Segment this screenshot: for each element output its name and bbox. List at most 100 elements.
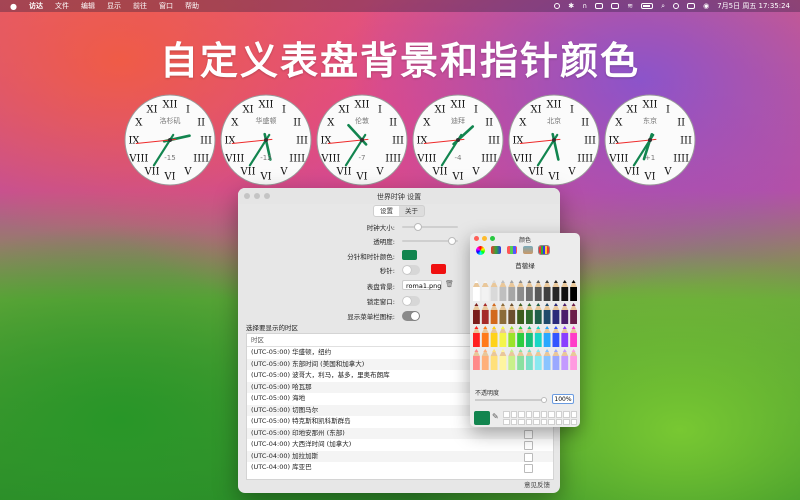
pencil[interactable]	[517, 326, 524, 347]
second-hand-toggle[interactable]	[402, 265, 420, 275]
pencil[interactable]	[534, 280, 542, 301]
second-color-well[interactable]	[431, 264, 446, 274]
colors-titlebar[interactable]: 颜色	[470, 233, 580, 244]
screen-mirror-icon[interactable]	[595, 3, 604, 9]
empty-swatch[interactable]	[548, 418, 555, 425]
pencil[interactable]	[508, 349, 516, 370]
pencil[interactable]	[490, 349, 498, 370]
menu-item-file[interactable]: 文件	[55, 1, 69, 11]
empty-swatch[interactable]	[563, 411, 570, 418]
timezone-checkbox[interactable]	[524, 464, 533, 473]
opacity-knob[interactable]	[541, 397, 547, 403]
wifi-icon[interactable]: ≋	[627, 2, 633, 10]
clock-size-slider[interactable]	[402, 223, 458, 231]
clock-5[interactable]: XII I II III IIII V VI VII VIII IX X XI 东京 +1	[604, 94, 696, 186]
pencil[interactable]	[517, 303, 524, 324]
control-center-icon[interactable]	[687, 3, 696, 9]
color-palettes-icon[interactable]	[507, 246, 517, 254]
empty-swatch[interactable]	[510, 418, 517, 425]
pencil[interactable]	[499, 326, 507, 347]
pencil[interactable]	[543, 303, 551, 324]
pencil[interactable]	[561, 280, 569, 301]
pencil-box[interactable]	[472, 279, 578, 371]
pencil[interactable]	[526, 349, 533, 370]
current-color-swatch[interactable]	[474, 411, 490, 425]
transparency-knob[interactable]	[447, 237, 456, 245]
transparency-slider[interactable]	[402, 237, 458, 245]
pencil[interactable]	[526, 280, 533, 301]
feedback-link[interactable]: 意见反馈	[524, 479, 550, 489]
clock-0[interactable]: XII I II III IIII V VI VII VIII IX X XI 洛杉矶 -15	[124, 94, 216, 186]
pencil[interactable]	[534, 303, 542, 324]
spotlight-search-icon[interactable]: ⌕	[661, 2, 665, 11]
world-clock-status-icon[interactable]	[554, 3, 561, 9]
pencil[interactable]	[570, 280, 577, 301]
menu-clock[interactable]: 7月5日 周五 17:35:24	[717, 1, 790, 11]
pencil[interactable]	[473, 303, 480, 324]
empty-swatch[interactable]	[525, 411, 532, 418]
user-icon[interactable]	[673, 3, 680, 9]
saved-swatches[interactable]	[503, 411, 577, 425]
color-wheel-icon[interactable]	[476, 245, 485, 255]
color-sliders-icon[interactable]	[491, 246, 501, 254]
clock-size-knob[interactable]	[414, 223, 422, 231]
lock-window-toggle[interactable]	[402, 296, 420, 306]
input-source-icon[interactable]	[611, 3, 620, 9]
tab-about[interactable]: 关于	[399, 206, 424, 216]
clock-3[interactable]: XII I II III IIII V VI VII VIII IX X XI 迪拜 -4	[412, 94, 504, 186]
eyedropper-icon[interactable]: ✎	[492, 412, 499, 421]
pencil[interactable]	[526, 326, 533, 347]
image-palettes-icon[interactable]	[523, 246, 533, 254]
pencil[interactable]	[481, 303, 489, 324]
pencil[interactable]	[561, 349, 569, 370]
empty-swatch[interactable]	[540, 411, 547, 418]
apple-menu-icon[interactable]: ●	[10, 2, 17, 11]
menu-item-edit[interactable]: 编辑	[81, 1, 95, 11]
empty-swatch[interactable]	[503, 418, 510, 425]
pencil[interactable]	[473, 349, 480, 370]
empty-swatch[interactable]	[570, 418, 577, 425]
empty-swatch[interactable]	[525, 418, 532, 425]
pencil[interactable]	[570, 349, 577, 370]
pencils-icon[interactable]	[538, 245, 550, 255]
pencil[interactable]	[534, 326, 542, 347]
pencil[interactable]	[499, 349, 507, 370]
siri-icon[interactable]: ◉	[703, 2, 709, 10]
empty-swatch[interactable]	[555, 411, 562, 418]
empty-swatch[interactable]	[518, 411, 525, 418]
pencil[interactable]	[473, 326, 480, 347]
clock-4[interactable]: XII I II III IIII V VI VII VIII IX X XI 北京	[508, 94, 600, 186]
pencil[interactable]	[552, 326, 560, 347]
pencil[interactable]	[570, 326, 577, 347]
menu-item-go[interactable]: 前往	[133, 1, 147, 11]
empty-swatch[interactable]	[503, 411, 510, 418]
clock-1[interactable]: XII I II III IIII V VI VII VIII IX X XI 华盛顿 -12	[220, 94, 312, 186]
pencil[interactable]	[508, 280, 516, 301]
timezone-checkbox[interactable]	[524, 441, 533, 450]
pencil[interactable]	[481, 349, 489, 370]
pencil[interactable]	[552, 303, 560, 324]
pencil[interactable]	[570, 303, 577, 324]
empty-swatch[interactable]	[533, 411, 540, 418]
timezone-checkbox[interactable]	[524, 452, 533, 462]
menubar-icon-toggle[interactable]	[402, 311, 420, 321]
opacity-slider[interactable]	[475, 397, 547, 403]
empty-swatch[interactable]	[510, 411, 517, 418]
pencil[interactable]	[517, 280, 524, 301]
pencil[interactable]	[490, 303, 498, 324]
tab-settings[interactable]: 设置	[374, 206, 399, 216]
table-row[interactable]: (UTC-04:00) 加拉加斯	[247, 450, 553, 462]
empty-swatch[interactable]	[570, 411, 577, 418]
pencil[interactable]	[481, 280, 489, 301]
pencil[interactable]	[473, 280, 480, 301]
pencil[interactable]	[534, 349, 542, 370]
empty-swatch[interactable]	[555, 418, 562, 425]
pencil[interactable]	[543, 349, 551, 370]
menu-item-window[interactable]: 窗口	[159, 1, 173, 11]
pencil[interactable]	[561, 303, 569, 324]
trash-icon[interactable]: 🗑	[445, 280, 454, 288]
bluetooth-icon[interactable]: ✱	[568, 2, 574, 10]
menu-app-name[interactable]: 访达	[29, 1, 43, 11]
menu-item-view[interactable]: 显示	[107, 1, 121, 11]
empty-swatch[interactable]	[563, 418, 570, 425]
